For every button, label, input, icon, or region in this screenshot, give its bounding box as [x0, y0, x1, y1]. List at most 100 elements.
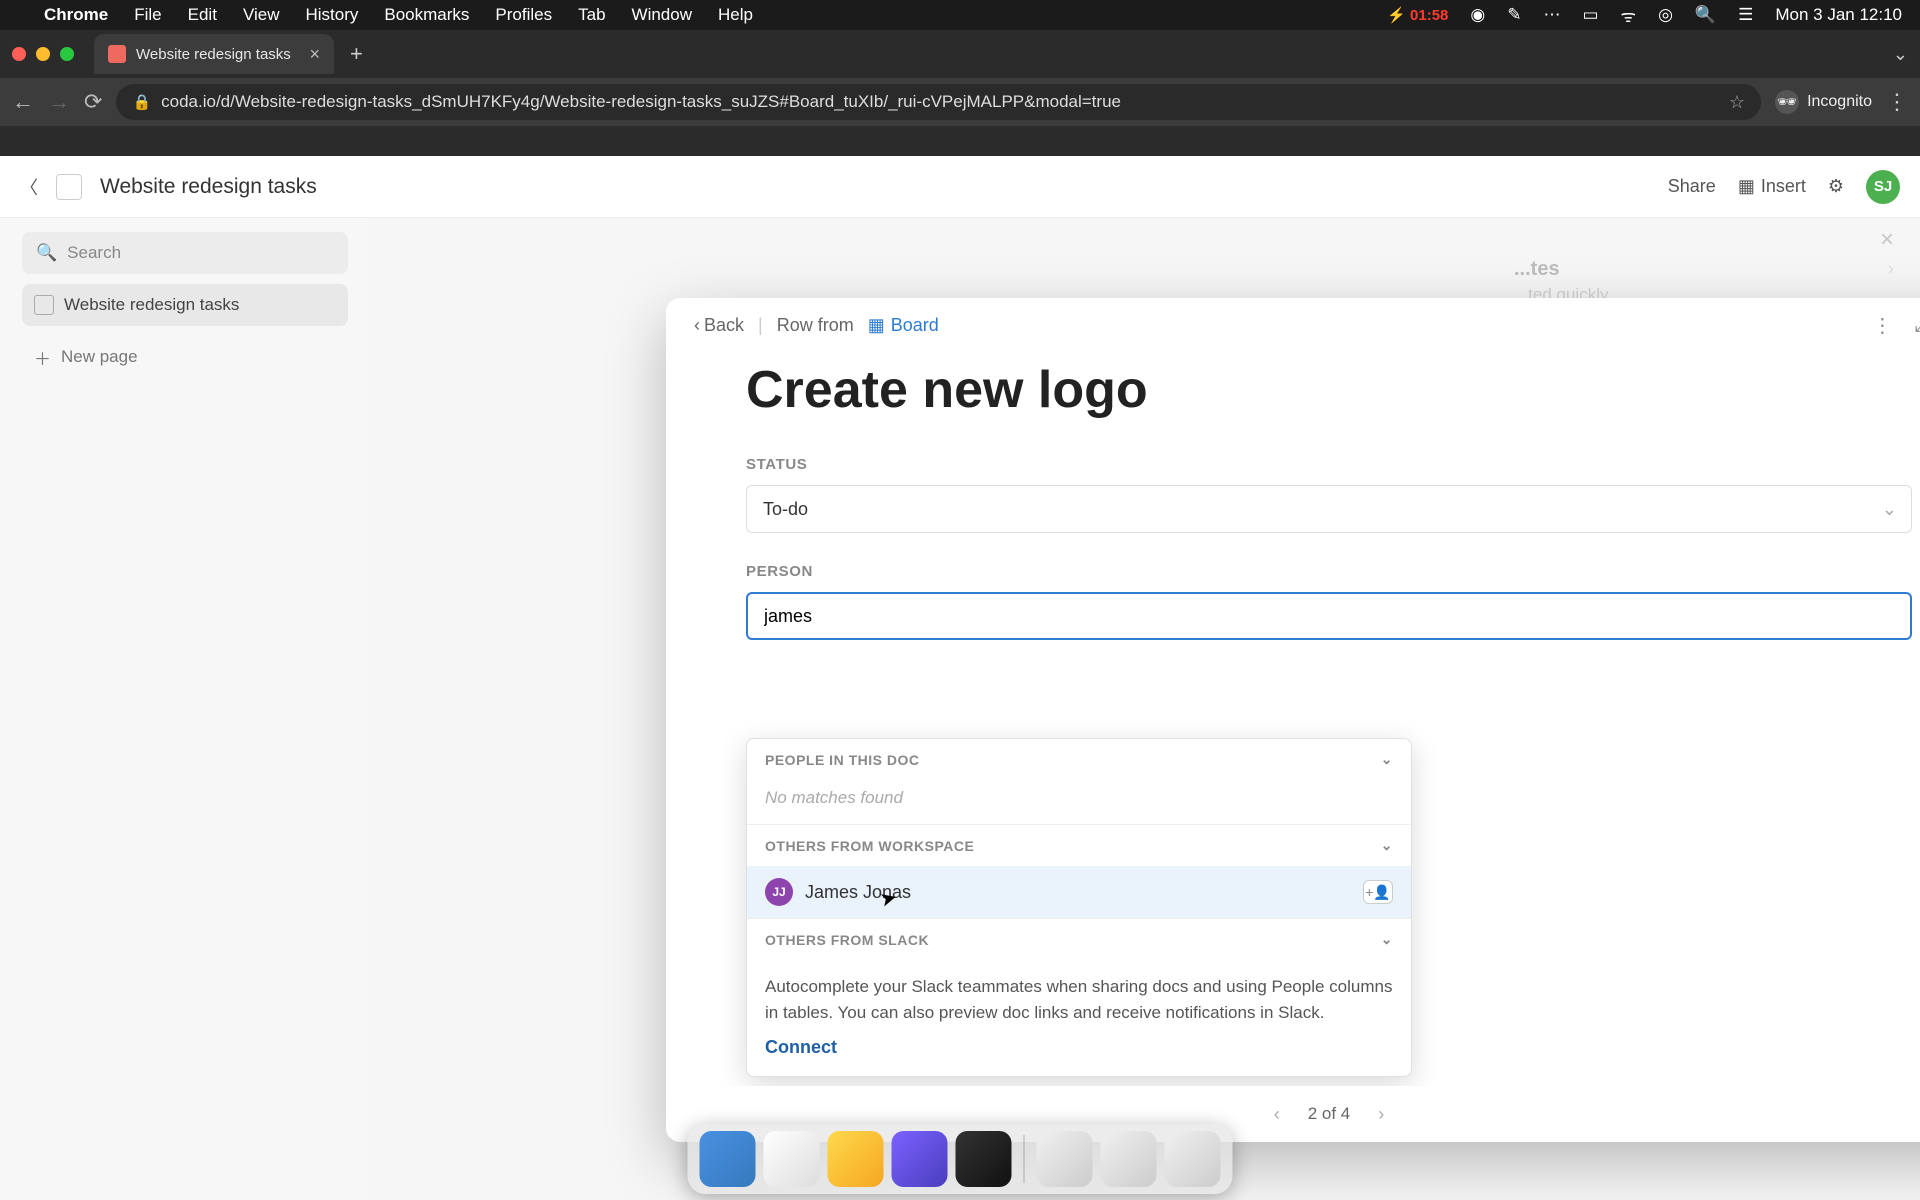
chevron-down-icon: ⌄: [1381, 751, 1393, 768]
chrome-address-bar: ← → ⟳ 🔒 coda.io/d/Website-redesign-tasks…: [0, 78, 1920, 126]
insert-button[interactable]: ▦ Insert: [1738, 176, 1806, 197]
doc-sidebar: 🔍 Search Website redesign tasks ＋ New pa…: [0, 218, 370, 1200]
status-icon[interactable]: ⋯: [1543, 5, 1560, 25]
dropdown-section-slack[interactable]: OTHERS FROM SLACK ⌄: [747, 918, 1411, 960]
close-tab-icon[interactable]: ×: [309, 44, 320, 65]
row-modal: ‹ Back | Row from ▦ Board ⋮ ⤢ ×: [666, 298, 1920, 1142]
chevron-down-icon: ⌄: [1882, 499, 1897, 520]
menu-window[interactable]: Window: [632, 5, 692, 25]
new-page-button[interactable]: ＋ New page: [22, 336, 348, 378]
chevron-left-icon: ‹: [694, 315, 700, 336]
incognito-indicator[interactable]: 🕶 Incognito: [1775, 90, 1872, 114]
control-center-icon[interactable]: ◎: [1658, 5, 1673, 25]
plus-icon: ＋: [34, 345, 51, 370]
dock-app[interactable]: [1101, 1131, 1157, 1187]
tab-favicon: [108, 45, 126, 63]
macos-dock[interactable]: [688, 1124, 1233, 1194]
battery-indicator[interactable]: ⚡01:58: [1387, 6, 1448, 24]
lock-icon[interactable]: 🔒: [132, 93, 151, 111]
menu-help[interactable]: Help: [718, 5, 753, 25]
doc-title[interactable]: Website redesign tasks: [100, 175, 317, 199]
close-window-icon[interactable]: [12, 47, 26, 61]
menu-file[interactable]: File: [134, 5, 161, 25]
menu-extra-icon[interactable]: ☰: [1738, 5, 1753, 25]
browser-tab[interactable]: Website redesign tasks ×: [94, 34, 334, 74]
dock-app-notes[interactable]: [828, 1131, 884, 1187]
modal-more-icon[interactable]: ⋮: [1872, 313, 1892, 338]
row-from-label: Row from: [777, 315, 854, 336]
person-dropdown: PEOPLE IN THIS DOC ⌄ No matches found OT…: [746, 738, 1412, 1077]
sidebar-page-label: Website redesign tasks: [64, 295, 239, 315]
board-icon: ▦: [868, 315, 885, 336]
tab-overflow-icon[interactable]: ⌄: [1893, 44, 1908, 65]
menu-profiles[interactable]: Profiles: [495, 5, 552, 25]
menu-edit[interactable]: Edit: [188, 5, 217, 25]
incognito-label: Incognito: [1807, 93, 1872, 111]
status-icon[interactable]: ✎: [1507, 5, 1521, 25]
search-placeholder: Search: [67, 243, 121, 263]
modal-back-button[interactable]: ‹ Back: [694, 315, 744, 336]
insert-grid-icon: ▦: [1738, 176, 1755, 197]
sidebar-search[interactable]: 🔍 Search: [22, 232, 348, 274]
menu-history[interactable]: History: [305, 5, 358, 25]
add-person-icon[interactable]: +👤: [1363, 880, 1393, 904]
menubar-clock[interactable]: Mon 3 Jan 12:10: [1775, 5, 1902, 25]
dropdown-section-people-in-doc[interactable]: PEOPLE IN THIS DOC ⌄: [747, 739, 1411, 780]
modal-expand-icon[interactable]: ⤢: [1914, 314, 1920, 337]
sidebar-page-item[interactable]: Website redesign tasks: [22, 284, 348, 326]
tab-title: Website redesign tasks: [136, 46, 291, 63]
new-tab-button[interactable]: +: [342, 41, 371, 67]
wifi-icon[interactable]: ᯤ: [1621, 4, 1637, 27]
person-avatar: JJ: [765, 878, 793, 906]
status-icon[interactable]: ◉: [1470, 5, 1485, 25]
menu-bookmarks[interactable]: Bookmarks: [384, 5, 469, 25]
search-icon: 🔍: [36, 243, 57, 263]
status-value: To-do: [763, 499, 808, 520]
pager-next-button[interactable]: ›: [1370, 1100, 1392, 1129]
pager-prev-button[interactable]: ‹: [1266, 1100, 1288, 1129]
omnibox[interactable]: 🔒 coda.io/d/Website-redesign-tasks_dSmUH…: [116, 84, 1761, 120]
dock-trash-icon[interactable]: [1165, 1131, 1221, 1187]
menu-view[interactable]: View: [243, 5, 280, 25]
minimize-window-icon[interactable]: [36, 47, 50, 61]
coda-body: 🔍 Search Website redesign tasks ＋ New pa…: [0, 218, 1920, 1200]
bookmark-star-icon[interactable]: ☆: [1729, 92, 1745, 113]
dropdown-person-item[interactable]: JJ James Jonas +👤: [747, 866, 1411, 918]
dropdown-no-match: No matches found: [747, 780, 1411, 824]
modal-body: Create new logo STATUS To-do ⌄ PERSON: [666, 352, 1920, 1086]
doc-icon[interactable]: [56, 174, 82, 200]
person-label: PERSON: [746, 563, 1912, 580]
dock-app-finder[interactable]: [700, 1131, 756, 1187]
user-avatar[interactable]: SJ: [1866, 170, 1900, 204]
chrome-window: Website redesign tasks × + ⌄ ← → ⟳ 🔒 cod…: [0, 30, 1920, 1200]
chrome-menu-icon[interactable]: ⋮: [1886, 89, 1908, 115]
window-traffic-lights[interactable]: [12, 47, 74, 61]
row-title[interactable]: Create new logo: [746, 360, 1912, 420]
chevron-down-icon: ⌄: [1381, 931, 1393, 948]
person-field[interactable]: [746, 592, 1912, 640]
dropdown-section-workspace[interactable]: OTHERS FROM WORKSPACE ⌄: [747, 824, 1411, 866]
status-label: STATUS: [746, 456, 1912, 473]
menu-tab[interactable]: Tab: [578, 5, 605, 25]
back-button[interactable]: ←: [12, 89, 34, 115]
person-input[interactable]: [764, 606, 1894, 627]
menubar-app-name[interactable]: Chrome: [44, 5, 108, 25]
dock-app-terminal[interactable]: [956, 1131, 1012, 1187]
battery-icon[interactable]: ▭: [1582, 5, 1598, 25]
slack-connect-button[interactable]: Connect: [747, 1029, 1411, 1076]
content-area: × ...tes...ted quickly› ...media...t, pa…: [370, 218, 1920, 1200]
spotlight-icon[interactable]: 🔍: [1695, 5, 1716, 25]
status-select[interactable]: To-do ⌄: [746, 485, 1912, 533]
page-icon: [34, 295, 54, 315]
reload-button[interactable]: ⟳: [84, 89, 102, 115]
board-link[interactable]: ▦ Board: [868, 315, 939, 336]
maximize-window-icon[interactable]: [60, 47, 74, 61]
dock-app[interactable]: [892, 1131, 948, 1187]
dock-app-chrome[interactable]: [764, 1131, 820, 1187]
doc-back-icon[interactable]: 〈: [20, 174, 38, 200]
dock-app[interactable]: [1037, 1131, 1093, 1187]
share-button[interactable]: Share: [1668, 176, 1716, 197]
dock-separator: [1024, 1135, 1025, 1183]
settings-gear-icon[interactable]: ⚙: [1828, 176, 1844, 197]
incognito-icon: 🕶: [1775, 90, 1799, 114]
